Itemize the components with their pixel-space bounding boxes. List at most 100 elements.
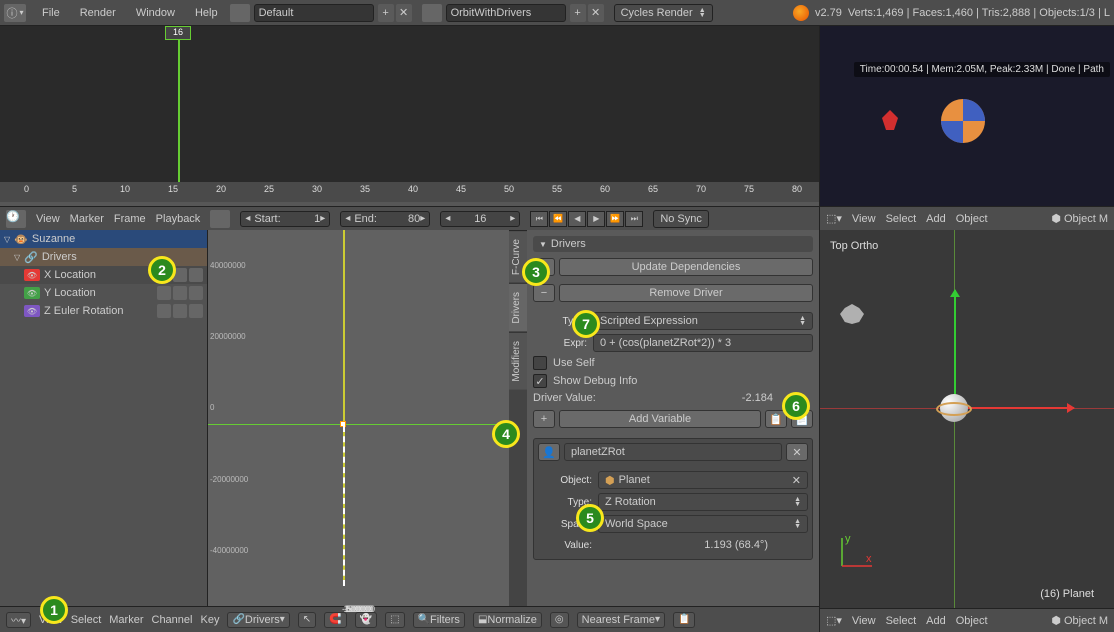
layout-remove-icon[interactable]: ✕: [396, 4, 412, 22]
graph-editor-icon[interactable]: 〰▾: [6, 612, 31, 628]
vp-menu-object[interactable]: Object: [956, 213, 988, 225]
driver-type-selector[interactable]: Scripted Expression▲▼: [593, 312, 813, 330]
var-type-icon[interactable]: 👤: [538, 443, 560, 461]
vp-mode-selector[interactable]: ⬢ Object M: [1051, 614, 1108, 627]
menu-help[interactable]: Help: [187, 7, 226, 19]
3dview-editor-icon[interactable]: ⬚▾: [826, 614, 842, 627]
object-label: (16) Planet: [1040, 588, 1094, 600]
add-variable-button[interactable]: Add Variable: [559, 410, 761, 428]
menu-render[interactable]: Render: [72, 7, 124, 19]
rendered-planet: [938, 96, 988, 146]
tick: 55: [552, 184, 562, 194]
channel-object-row[interactable]: ▽🐵 Suzanne: [0, 230, 207, 248]
lock-icon[interactable]: [189, 286, 203, 300]
target-object-selector[interactable]: ⬢Planet✕: [598, 471, 808, 489]
copy-icon[interactable]: 📋: [673, 612, 695, 628]
graph-canvas[interactable]: -40000000 -20000000 0 20000000 40000000 …: [208, 230, 509, 606]
start-frame-field[interactable]: ◂ Start:1 ▸: [240, 211, 330, 227]
layout-selector[interactable]: Default: [254, 4, 374, 22]
timeline-menu-marker[interactable]: Marker: [70, 213, 104, 225]
update-deps-button[interactable]: Update Dependencies: [559, 258, 813, 276]
timeline-ruler[interactable]: 0 5 10 15 20 25 30 35 40 45 50 55 60 65 …: [0, 182, 819, 202]
sync-label: No Sync: [660, 213, 702, 225]
space-selector[interactable]: World Space▲▼: [598, 515, 808, 533]
auto-snap-selector[interactable]: Nearest Frame ▾: [577, 612, 665, 628]
current-frame-indicator[interactable]: [178, 26, 180, 182]
wrench-icon[interactable]: [157, 304, 171, 318]
timeline-menu-frame[interactable]: Frame: [114, 213, 146, 225]
menu-file[interactable]: File: [34, 7, 68, 19]
play-reverse-icon[interactable]: ◀: [568, 211, 586, 227]
3dview-editor-icon[interactable]: ⬚▾: [826, 212, 842, 225]
graph-menu-select[interactable]: Select: [71, 614, 102, 626]
render-engine-selector[interactable]: Cycles Render▲▼: [614, 4, 713, 22]
use-self-checkbox[interactable]: [533, 356, 547, 370]
info-editor-icon[interactable]: ⓘ▾: [4, 4, 26, 22]
vp-menu-select[interactable]: Select: [886, 615, 917, 627]
jump-last-icon[interactable]: ⏭: [625, 211, 643, 227]
handle-icon[interactable]: ⬚: [385, 612, 404, 628]
expression-input[interactable]: 0 + (cos(planetZRot*2)) * 3: [593, 334, 813, 352]
graph-menu-channel[interactable]: Channel: [152, 614, 193, 626]
layout-icon[interactable]: [230, 4, 250, 22]
channel-z-rotation[interactable]: 👁Z Euler Rotation: [0, 302, 207, 320]
scene-remove-icon[interactable]: ✕: [588, 4, 604, 22]
timeline-menu-playback[interactable]: Playback: [156, 213, 201, 225]
scene-add-icon[interactable]: +: [570, 4, 586, 22]
channel-drivers-row[interactable]: ▽🔗 Drivers: [0, 248, 207, 266]
vp-menu-add[interactable]: Add: [926, 213, 946, 225]
speaker-icon[interactable]: [173, 286, 187, 300]
tab-drivers[interactable]: Drivers: [509, 283, 527, 332]
lock-icon[interactable]: [189, 268, 203, 282]
end-frame-field[interactable]: ◂ End:80 ▸: [340, 211, 430, 227]
lock-icon[interactable]: [189, 304, 203, 318]
vp-menu-select[interactable]: Select: [886, 213, 917, 225]
suzanne-object[interactable]: [840, 304, 864, 324]
remove-icon[interactable]: −: [533, 284, 555, 302]
wrench-icon[interactable]: [157, 286, 171, 300]
graph-mode-selector[interactable]: 🔗 Drivers ▾: [227, 612, 289, 628]
jump-first-icon[interactable]: ⏮: [530, 211, 548, 227]
speaker-icon[interactable]: [173, 304, 187, 318]
planet-object[interactable]: [938, 392, 970, 424]
tick: 50: [504, 184, 514, 194]
sync-mode-selector[interactable]: No Sync: [653, 210, 709, 228]
vp-menu-object[interactable]: Object: [956, 615, 988, 627]
transform-type-selector[interactable]: Z Rotation▲▼: [598, 493, 808, 511]
3d-viewport-ortho[interactable]: Top Ortho y x (16) Planet: [820, 230, 1114, 608]
filters-button[interactable]: 🔍 Filters: [413, 612, 465, 628]
add-var-label: Add Variable: [629, 413, 691, 425]
graph-menu-key[interactable]: Key: [200, 614, 219, 626]
current-frame-field[interactable]: ◂ 16 ▸: [440, 211, 520, 227]
graph-menu-marker[interactable]: Marker: [109, 614, 143, 626]
add-icon[interactable]: +: [533, 410, 555, 428]
vp-menu-view[interactable]: View: [852, 615, 876, 627]
timeline-editor-icon[interactable]: 🕐: [6, 210, 26, 228]
proportional-icon[interactable]: ◎: [550, 612, 569, 628]
3d-viewport-render[interactable]: Time:00:00.54 | Mem:2.05M, Peak:2.33M | …: [820, 26, 1114, 206]
tab-modifiers[interactable]: Modifiers: [509, 332, 527, 390]
channel-y-location[interactable]: 👁Y Location: [0, 284, 207, 302]
panel-header[interactable]: ▼Drivers: [533, 236, 813, 252]
remove-driver-button[interactable]: Remove Driver: [559, 284, 813, 302]
play-icon[interactable]: ▶: [587, 211, 605, 227]
jump-next-icon[interactable]: ⏩: [606, 211, 624, 227]
timeline-menu-view[interactable]: View: [36, 213, 60, 225]
variable-name-input[interactable]: planetZRot: [564, 443, 782, 461]
delete-var-icon[interactable]: ✕: [786, 443, 808, 461]
show-debug-checkbox[interactable]: ✓: [533, 374, 547, 388]
auto-keying-icon[interactable]: [210, 210, 230, 228]
normalize-button[interactable]: ⬓ Normalize: [473, 612, 542, 628]
vp-mode: Object M: [1064, 615, 1108, 627]
vp-menu-view[interactable]: View: [852, 213, 876, 225]
menu-window[interactable]: Window: [128, 7, 183, 19]
jump-prev-icon[interactable]: ⏪: [549, 211, 567, 227]
vp-menu-add[interactable]: Add: [926, 615, 946, 627]
x-gizmo-arrow[interactable]: [954, 407, 1074, 409]
cursor-icon[interactable]: ↖: [298, 612, 316, 628]
svg-text:x: x: [866, 553, 872, 565]
vp-mode-selector[interactable]: ⬢ Object M: [1051, 212, 1108, 225]
scene-icon[interactable]: [422, 4, 442, 22]
layout-add-icon[interactable]: +: [378, 4, 394, 22]
scene-selector[interactable]: OrbitWithDrivers: [446, 4, 566, 22]
